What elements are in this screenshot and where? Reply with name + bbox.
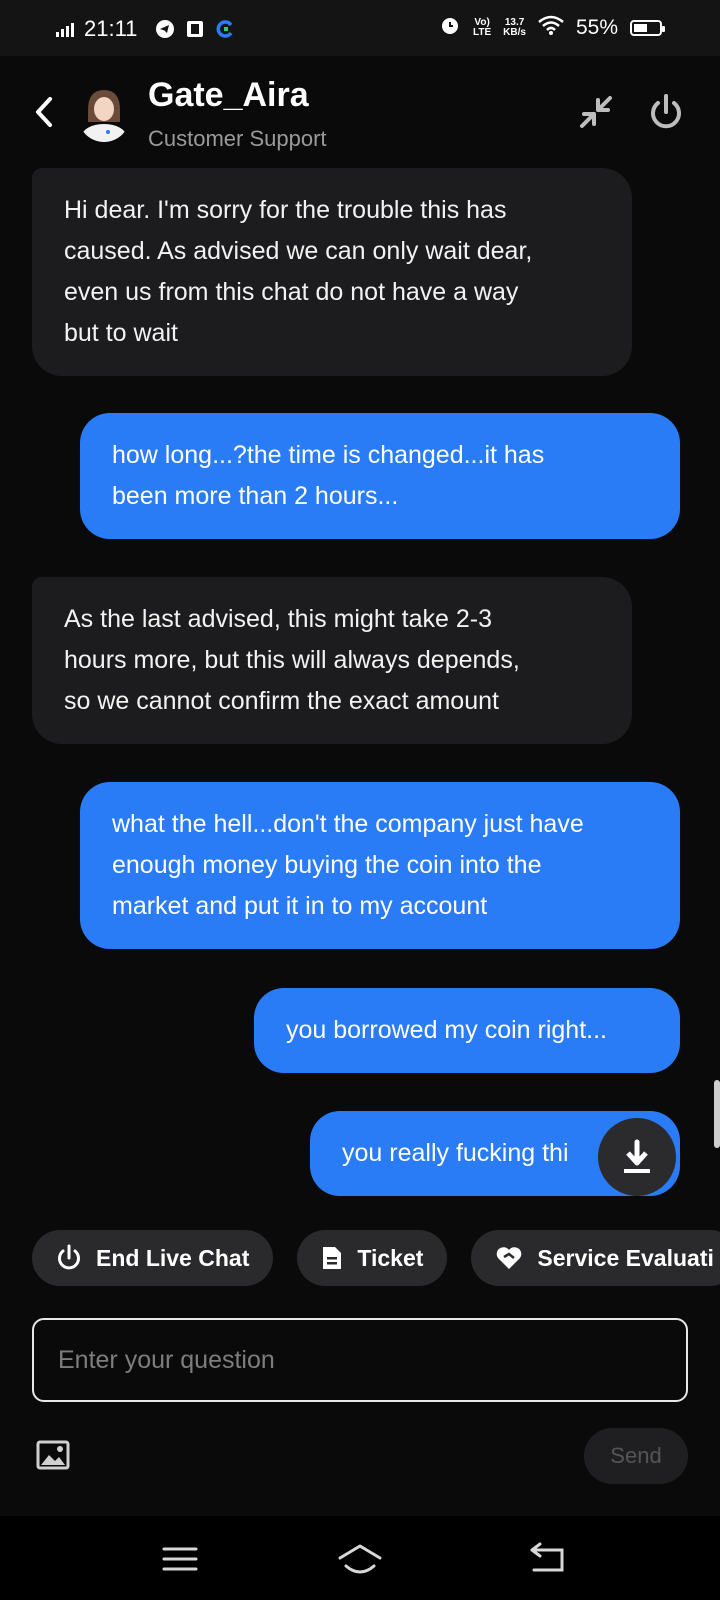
battery-icon xyxy=(630,20,665,36)
avatar xyxy=(78,84,130,142)
message-user: you borrowed my coin right... xyxy=(254,988,680,1073)
telegram-icon xyxy=(155,19,175,39)
agent-role: Customer Support xyxy=(148,126,327,151)
power-icon[interactable] xyxy=(646,92,686,132)
download-icon xyxy=(624,1139,650,1173)
power-icon xyxy=(58,1244,80,1270)
network-type: Vo) LTE xyxy=(473,17,492,38)
image-icon[interactable] xyxy=(36,1440,70,1470)
home-icon[interactable] xyxy=(336,1540,384,1578)
chat-header: Gate_Aira Customer Support xyxy=(0,56,720,168)
heart-handshake-icon xyxy=(497,1247,522,1269)
message-agent: Hi dear. I'm sorry for the trouble this … xyxy=(32,168,632,376)
minimize-icon[interactable] xyxy=(576,92,616,132)
back-nav-icon[interactable] xyxy=(524,1540,572,1578)
agent-name: Gate_Aira xyxy=(148,76,309,114)
back-chevron-icon[interactable] xyxy=(32,93,56,131)
app-notification-icon xyxy=(185,19,205,39)
scroll-to-bottom-button[interactable] xyxy=(598,1118,676,1196)
ticket-button[interactable]: Ticket xyxy=(297,1230,448,1286)
question-input[interactable] xyxy=(32,1318,688,1402)
status-time: 21:11 xyxy=(84,16,138,41)
alarm-icon xyxy=(439,14,461,42)
scrollbar[interactable] xyxy=(714,1080,720,1148)
end-live-chat-button[interactable]: End Live Chat xyxy=(32,1230,274,1286)
menu-icon[interactable] xyxy=(156,1540,204,1578)
quick-actions: End Live Chat Ticket Service Evaluati xyxy=(32,1230,720,1286)
document-icon xyxy=(323,1247,342,1269)
signal-icon xyxy=(56,21,74,37)
message-agent: As the last advised, this might take 2-3… xyxy=(32,577,632,744)
service-evaluation-button[interactable]: Service Evaluati xyxy=(471,1230,720,1286)
message-user: how long...?the time is changed...it has… xyxy=(80,413,680,539)
network-speed: 13.7 KB/s xyxy=(503,17,526,38)
battery-percent: 55% xyxy=(575,16,618,39)
gate-app-icon xyxy=(215,19,235,39)
send-button[interactable]: Send xyxy=(584,1428,688,1484)
wifi-icon xyxy=(538,15,564,41)
message-user: what the hell...don't the company just h… xyxy=(80,782,680,949)
system-navigation-bar xyxy=(0,1516,720,1600)
status-bar: 21:11 Vo) LTE 13.7 KB/s 55% xyxy=(0,0,720,56)
chat-messages[interactable]: Hi dear. I'm sorry for the trouble this … xyxy=(0,168,720,1198)
